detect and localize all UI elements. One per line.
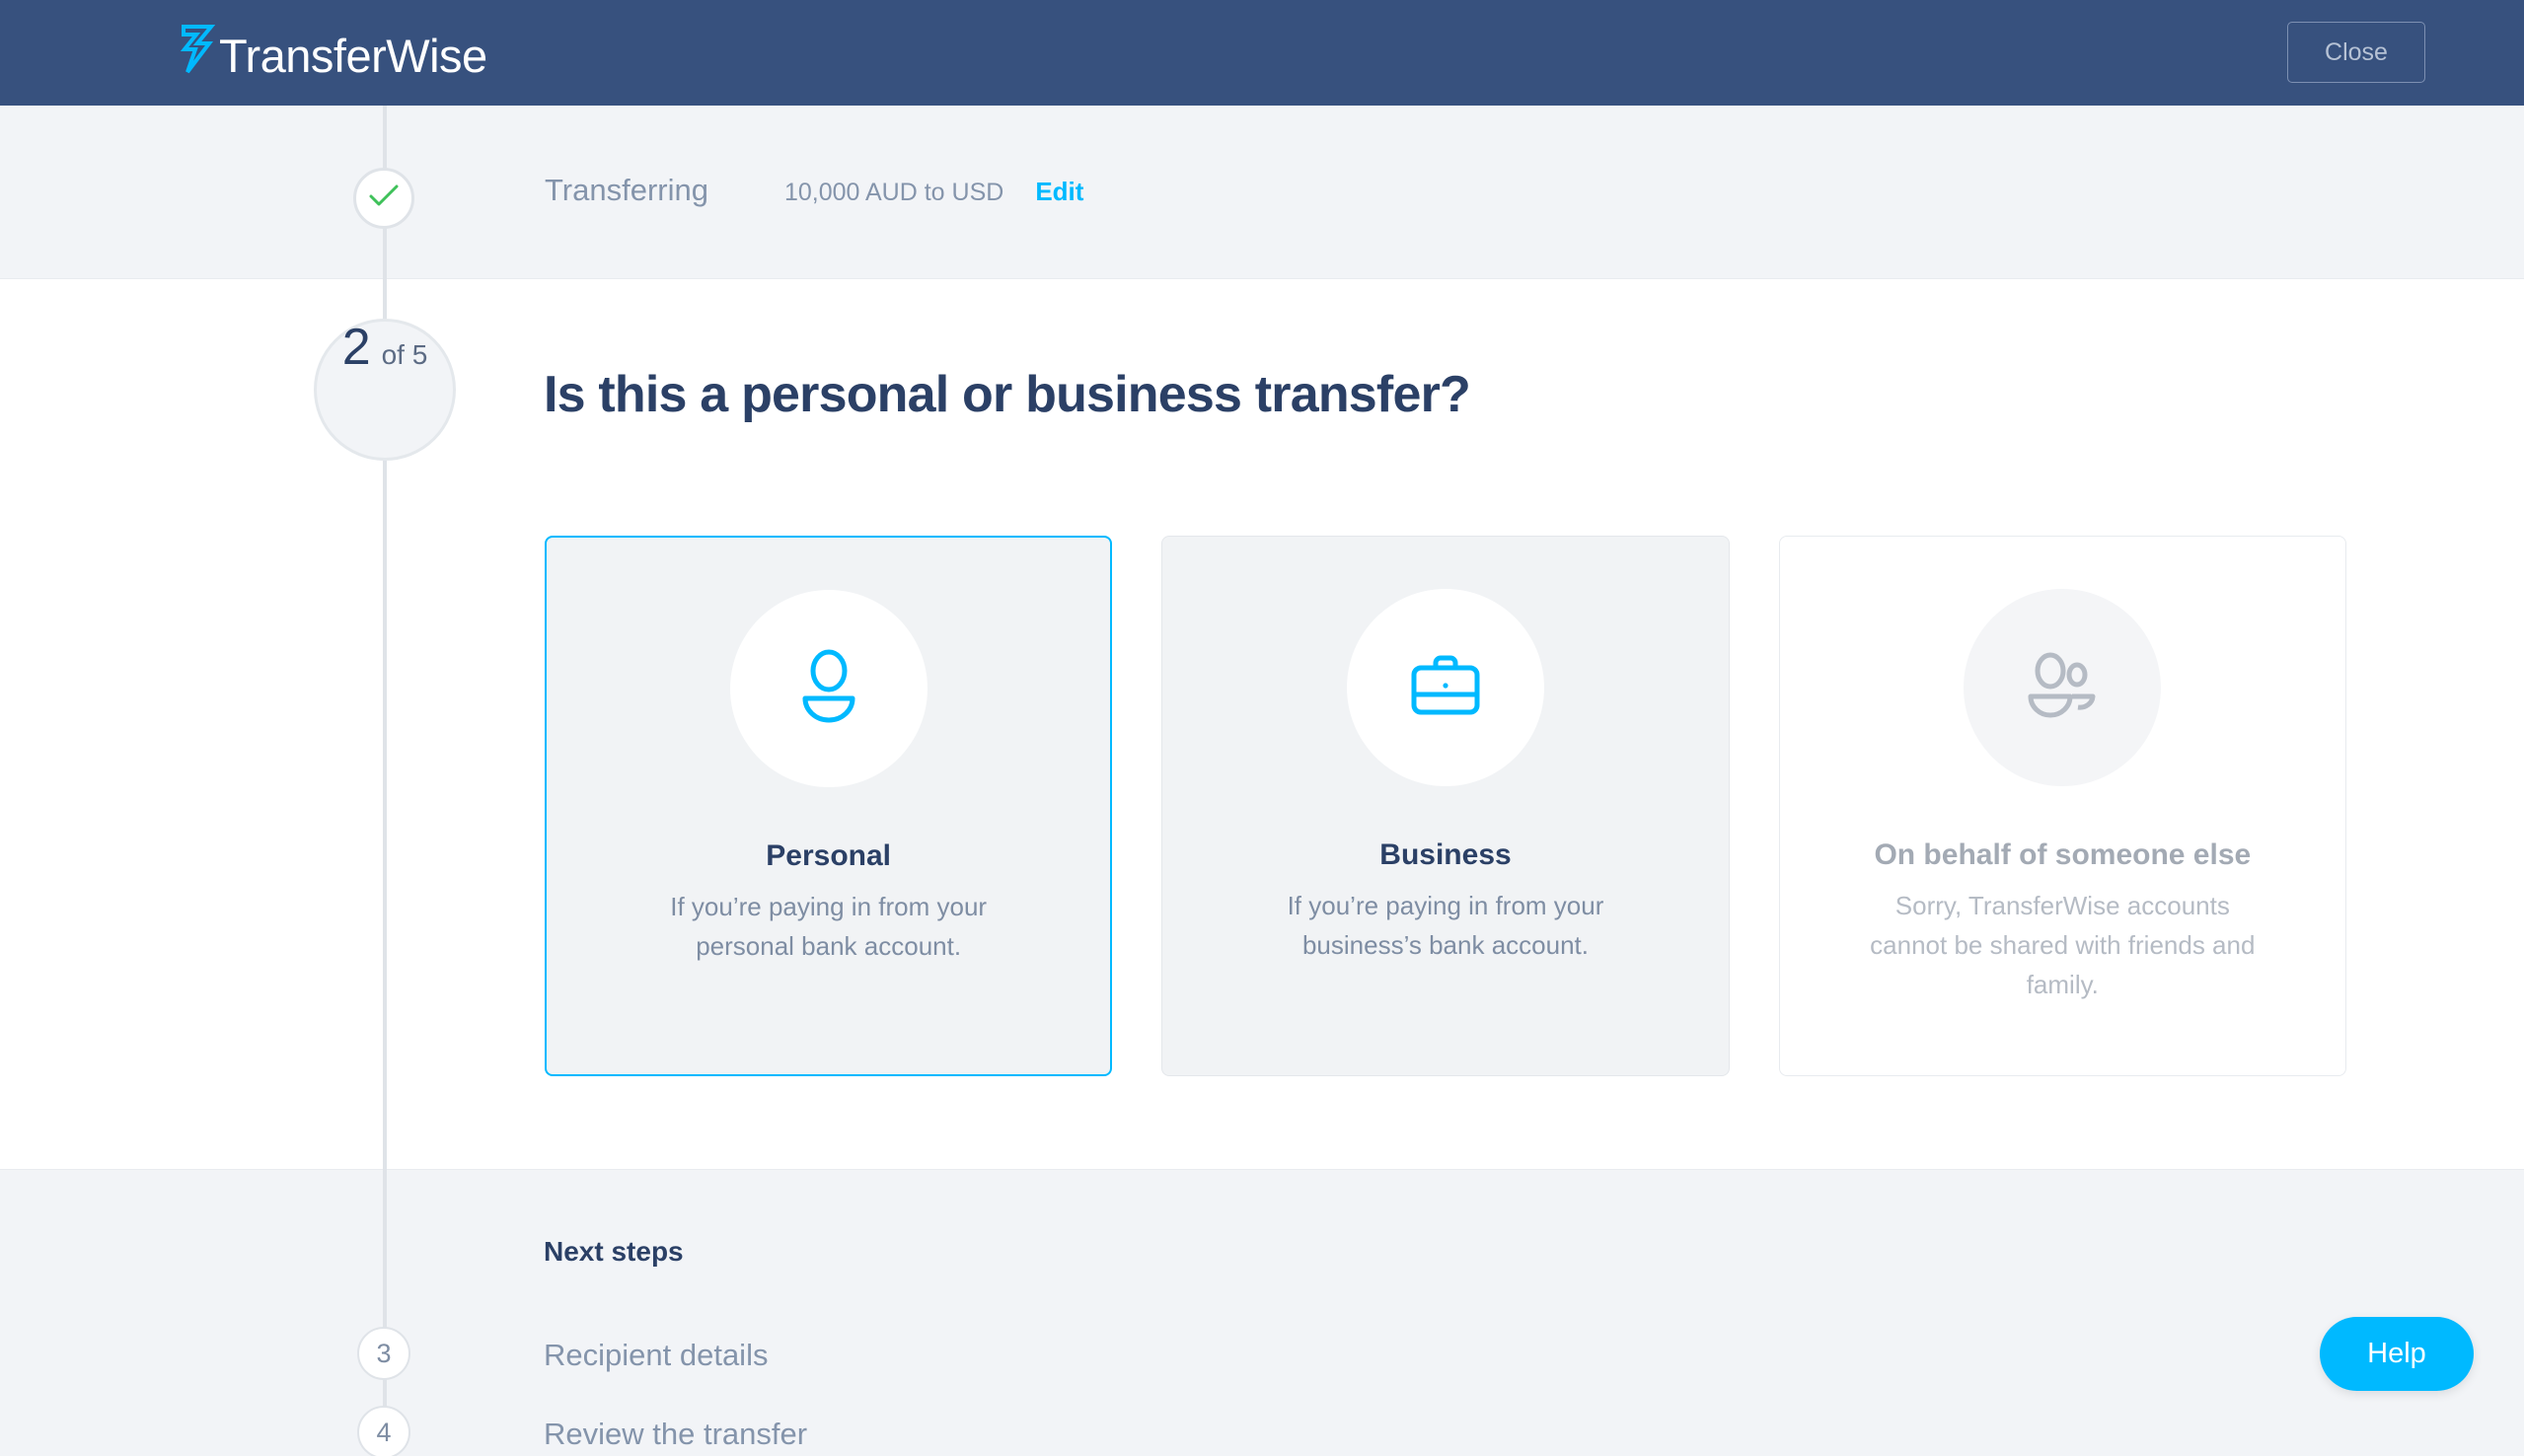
logo-text: TransferWise: [219, 30, 487, 82]
transfer-summary-row: Transferring 10,000 AUD to USD Edit: [545, 173, 1083, 222]
next-steps-title: Next steps: [544, 1236, 684, 1267]
transferwise-logo[interactable]: TransferWise: [176, 24, 487, 81]
person-icon: [797, 649, 860, 729]
option-card-personal[interactable]: Personal If you’re paying in from your p…: [545, 536, 1113, 1076]
card-title: Personal: [766, 839, 892, 872]
transferring-label: Transferring: [545, 173, 708, 207]
card-description: Sorry, TransferWise accounts cannot be s…: [1870, 891, 2256, 999]
business-icon-circle: [1346, 589, 1544, 786]
option-card-business[interactable]: Business If you’re paying in from your b…: [1161, 536, 1730, 1076]
check-icon: [369, 184, 399, 213]
personal-icon-circle: [729, 590, 928, 787]
next-step-marker-4: 4: [357, 1406, 410, 1456]
briefcase-icon: [1410, 655, 1481, 721]
step-1-complete-marker: [353, 168, 414, 229]
card-title: On behalf of someone else: [1874, 838, 2252, 871]
transfer-wizard-page: TransferWise Close Transferring 10,000 A…: [0, 0, 2524, 1456]
people-group-icon: [2024, 651, 2101, 725]
next-step-marker-3: 3: [357, 1327, 410, 1380]
next-step-label-recipient-details: Recipient details: [544, 1338, 769, 1372]
edit-transfer-link[interactable]: Edit: [1035, 177, 1083, 207]
progress-rail: [383, 106, 387, 1456]
transfer-amount: 10,000 AUD to USD: [783, 179, 1004, 206]
page-title: Is this a personal or business transfer?: [544, 366, 1471, 423]
transferwise-arrows-logo-icon: [176, 23, 217, 81]
app-header: TransferWise Close: [0, 0, 2524, 106]
current-step-of-label: of 5: [381, 339, 428, 370]
close-button[interactable]: Close: [2287, 22, 2425, 83]
card-description: If you’re paying in from your business’s…: [1287, 891, 1604, 960]
current-step-number: 2: [341, 319, 371, 376]
transfer-type-options: Personal If you’re paying in from your p…: [545, 536, 2346, 1076]
option-card-on-behalf: On behalf of someone else Sorry, Transfe…: [1778, 536, 2346, 1076]
card-description: If you’re paying in from your personal b…: [670, 892, 988, 961]
help-button[interactable]: Help: [2320, 1317, 2474, 1391]
card-title: Business: [1379, 838, 1512, 871]
current-step-indicator: 2 of 5: [314, 319, 456, 461]
on-behalf-icon-circle: [1964, 589, 2162, 786]
next-step-label-review-transfer: Review the transfer: [544, 1417, 808, 1451]
